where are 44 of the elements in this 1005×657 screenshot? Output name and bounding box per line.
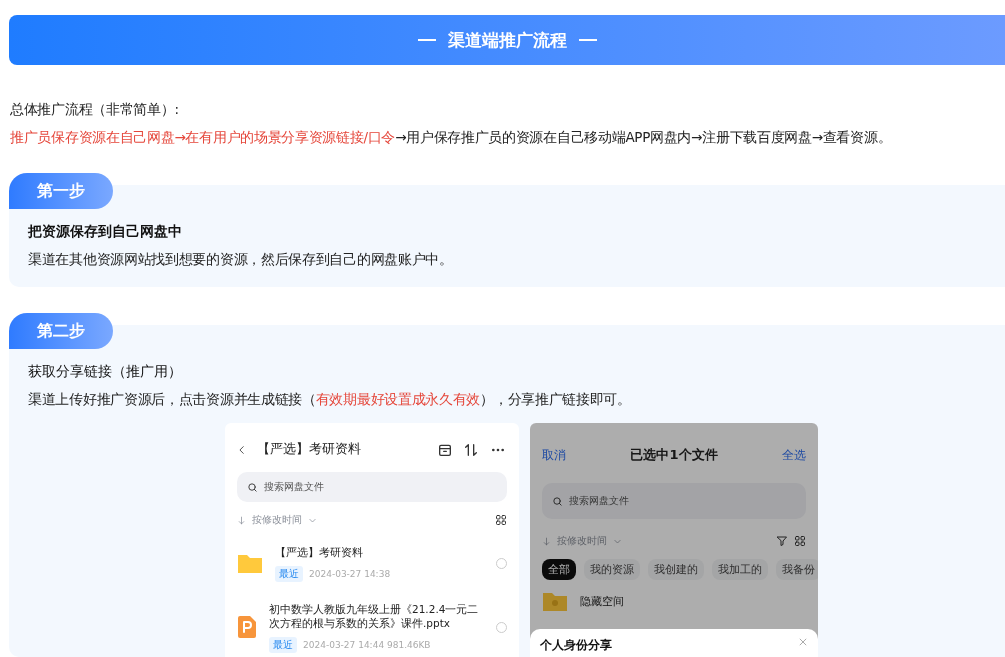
filter-icon[interactable] xyxy=(776,535,788,547)
sheet-title: 个人身份分享 xyxy=(540,637,612,654)
description-text: →用户保存推广员的资源在自己移动端APP网盘内→注册下载百度网盘→查看资源。 xyxy=(395,129,892,145)
filter-chip[interactable]: 全部 xyxy=(542,559,576,580)
grid-view-icon[interactable] xyxy=(495,514,507,527)
banner-title: 渠道端推广流程 xyxy=(447,28,567,52)
recent-tag: 最近 xyxy=(275,565,303,582)
step-title: 获取分享链接（推广用） xyxy=(28,363,183,381)
filter-chip[interactable]: 我创建的 xyxy=(648,559,704,580)
filter-chip[interactable]: 我备份 xyxy=(776,559,818,580)
file-meta: 2024-03-27 14:44 981.46KB xyxy=(303,640,431,650)
file-meta: 2024-03-27 14:38 xyxy=(309,568,391,579)
step-badge: 第一步 xyxy=(9,173,113,209)
intro-heading: 总体推广流程（非常简单）: xyxy=(10,101,180,119)
description-text: 渠道在其他资源网站找到想要的资源，然后保存到自己的网盘账户中。 xyxy=(28,251,453,267)
search-icon xyxy=(552,495,563,507)
search-field[interactable]: 搜索网盘文件 xyxy=(237,472,507,502)
grid-view-icon[interactable] xyxy=(794,535,806,547)
select-all-link[interactable]: 全选 xyxy=(782,446,806,464)
highlighted-text: 有效期最好设置成永久有效 xyxy=(315,391,481,407)
file-name[interactable]: 【严选】考研资料 xyxy=(275,544,484,560)
file-name[interactable]: 初中数学人教版九年级上册《21.2.4一元二次方程的根与系数的关系》课件.pptx xyxy=(269,601,484,631)
highlighted-text: 推广员保存资源在自己网盘→在有用户的场景分享资源链接/口令 xyxy=(10,129,396,145)
description-text: 渠道上传好推广资源后，点击资源并生成链接（ xyxy=(28,391,316,407)
step-title: 把资源保存到自己网盘中 xyxy=(28,223,183,241)
down-arrow-icon xyxy=(542,535,551,547)
sort-dropdown[interactable]: 按修改时间 xyxy=(252,513,302,527)
description-text: ），分享推广链接即可。 xyxy=(480,391,631,407)
search-field[interactable]: 搜索网盘文件 xyxy=(542,483,806,519)
search-icon xyxy=(247,481,258,493)
down-arrow-icon xyxy=(237,514,246,526)
folder-title: 【严选】考研资料 xyxy=(257,441,362,459)
cancel-link[interactable]: 取消 xyxy=(542,446,566,464)
step-badge: 第二步 xyxy=(9,313,113,349)
filter-chip[interactable]: 我加工的 xyxy=(712,559,768,580)
recent-tag: 最近 xyxy=(269,637,297,653)
selection-title: 已选中1个文件 xyxy=(629,446,719,464)
folder-icon xyxy=(237,552,263,575)
folder-icon xyxy=(542,590,568,612)
sort-dropdown[interactable]: 按修改时间 xyxy=(557,534,607,548)
file-name[interactable]: 隐藏空间 xyxy=(580,593,806,609)
sort-icon[interactable] xyxy=(463,441,479,458)
slides-file-icon xyxy=(237,615,257,640)
filter-chip[interactable]: 我的资源 xyxy=(584,559,640,580)
